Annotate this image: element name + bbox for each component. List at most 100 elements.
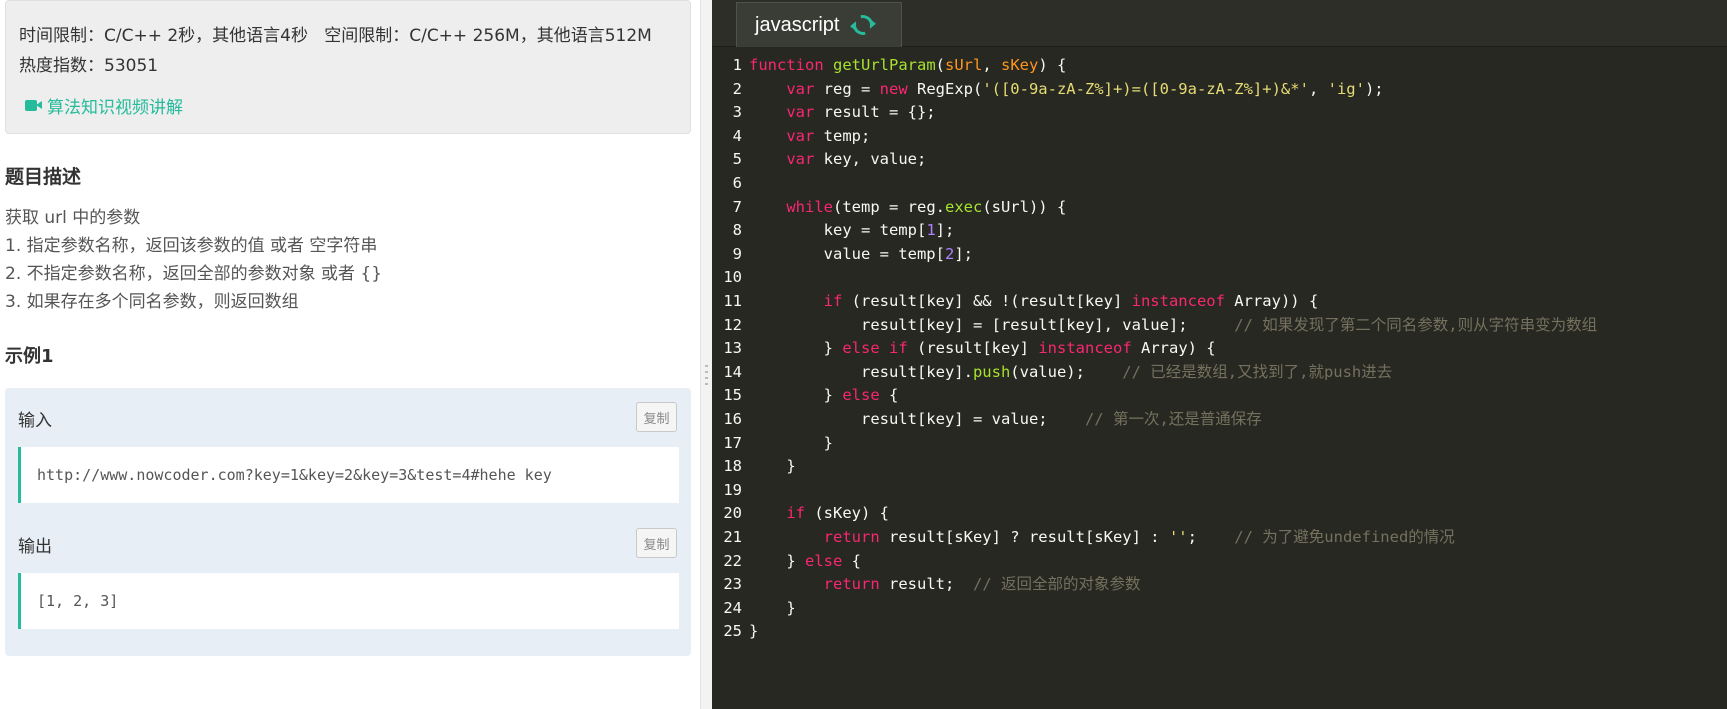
code-line[interactable]: 23 return result; // 返回全部的对象参数 xyxy=(712,571,1727,597)
line-number: 2 xyxy=(732,79,742,98)
code-line[interactable]: 2 var reg = new RegExp('([0-9a-zA-Z%]+)=… xyxy=(712,76,1727,102)
language-tab[interactable]: javascript xyxy=(736,2,902,47)
code-line[interactable]: 22 } else { xyxy=(712,548,1727,574)
code-token: value = temp[ xyxy=(749,244,945,263)
code-line[interactable]: 5 var key, value; xyxy=(712,146,1727,172)
code-line[interactable]: 24 } xyxy=(712,595,1727,621)
code-token: } xyxy=(749,622,759,641)
copy-output-button[interactable]: 复制 xyxy=(636,528,677,558)
code-line[interactable]: 18 } xyxy=(712,453,1727,479)
code-token: if xyxy=(823,292,843,310)
video-link-label: 算法知识视频讲解 xyxy=(47,98,183,118)
input-sample: http://www.nowcoder.com?key=1&key=2&key=… xyxy=(18,447,679,503)
code-area[interactable]: 1 function getUrlParam(sUrl, sKey) {2 var… xyxy=(712,52,1727,709)
code-line[interactable]: 9 value = temp[2]; xyxy=(712,241,1727,267)
code-line[interactable]: 14 result[key].push(value); // 已经是数组,又找到… xyxy=(712,359,1727,385)
panel-resize-handle[interactable] xyxy=(700,0,712,709)
heat-index: 热度指数：53051 xyxy=(19,56,159,76)
description-title: 题目描述 xyxy=(5,166,82,188)
code-token: else xyxy=(805,551,843,570)
code-line[interactable]: 17 } xyxy=(712,430,1727,456)
line-number: 17 xyxy=(723,433,742,452)
code-token: push xyxy=(972,362,1011,381)
code-token: // 如果发现了第二个同名参数,则从字符串变为数组 xyxy=(1234,315,1598,334)
code-line[interactable]: 13 } else if (result[key] instanceof Arr… xyxy=(712,335,1727,361)
code-token: reg = xyxy=(814,79,880,98)
code-line[interactable]: 25} xyxy=(712,618,1727,644)
line-number: 9 xyxy=(732,244,742,263)
code-editor[interactable]: javascript 1 function getUrlParam(sUrl, s… xyxy=(712,0,1727,709)
code-line[interactable]: 21 return result[sKey] ? result[sKey] : … xyxy=(712,524,1727,550)
code-token: } xyxy=(749,457,796,476)
code-token: 'ig' xyxy=(1327,79,1365,98)
code-token: else xyxy=(842,386,880,405)
code-token: var xyxy=(786,103,815,122)
line-number: 5 xyxy=(732,150,742,169)
code-token: , xyxy=(1308,79,1328,98)
drag-handle-icon xyxy=(705,365,708,389)
copy-input-button[interactable]: 复制 xyxy=(636,402,677,432)
code-line[interactable]: 4 var temp; xyxy=(712,123,1727,149)
code-line[interactable]: 7 while(temp = reg.exec(sUrl)) { xyxy=(712,194,1727,220)
code-line[interactable]: 3 var result = {}; xyxy=(712,99,1727,125)
code-token: sKey xyxy=(1001,56,1039,74)
code-token: return xyxy=(823,528,880,546)
line-number: 10 xyxy=(723,268,742,287)
code-line[interactable]: 10 xyxy=(712,264,1727,290)
code-token: ]; xyxy=(935,221,955,240)
line-number: 8 xyxy=(732,221,742,240)
code-token: instanceof xyxy=(1131,292,1225,310)
code-token: var xyxy=(786,126,815,145)
code-token: return xyxy=(823,575,880,594)
problem-panel: 时间限制：C/C++ 2秒，其他语言4秒 空间限制：C/C++ 256M，其他语… xyxy=(0,0,700,709)
video-camera-icon xyxy=(25,99,43,112)
code-token: '([0-9a-zA-Z%]+)=([0-9a-zA-Z%]+)&*' xyxy=(982,79,1309,98)
code-token: } xyxy=(749,386,843,405)
description-line: 2. 不指定参数名称，返回全部的参数对象 或者 {} xyxy=(5,264,383,284)
code-token: result = {}; xyxy=(814,103,936,122)
code-token: instanceof xyxy=(1038,339,1132,358)
code-line[interactable]: 1 function getUrlParam(sUrl, sKey) { xyxy=(712,52,1727,78)
line-number: 14 xyxy=(723,362,742,381)
line-number: 12 xyxy=(723,315,742,334)
editor-tabbar: javascript xyxy=(712,0,1727,47)
language-label: javascript xyxy=(755,13,840,36)
code-line[interactable]: 15 } else { xyxy=(712,382,1727,408)
example-box: 输入 复制 http://www.nowcoder.com?key=1&key=… xyxy=(5,388,691,656)
code-token: (sUrl)) { xyxy=(982,197,1067,216)
code-token: sUrl xyxy=(945,56,983,74)
output-sample: [1, 2, 3] xyxy=(18,573,679,629)
code-token: ; xyxy=(1187,528,1235,546)
code-token: result[sKey] ? result[sKey] : xyxy=(879,528,1169,546)
code-token: result[key] = [result[key], value]; xyxy=(749,315,1235,334)
code-token: (temp = reg. xyxy=(833,197,945,216)
refresh-icon[interactable] xyxy=(849,11,878,39)
description-line: 3. 如果存在多个同名参数，则返回数组 xyxy=(5,292,299,312)
code-token: RegExp( xyxy=(907,79,983,98)
code-token: while xyxy=(786,197,833,216)
code-token: var xyxy=(786,150,815,169)
code-line[interactable]: 19 xyxy=(712,477,1727,503)
code-token: { xyxy=(879,386,899,405)
code-token: if xyxy=(889,339,908,358)
output-label: 输出 xyxy=(18,537,52,557)
code-token: , xyxy=(982,56,1001,74)
code-token: ) { xyxy=(1038,56,1067,74)
code-line[interactable]: 12 result[key] = [result[key], value]; /… xyxy=(712,312,1727,338)
code-token: (value); xyxy=(1010,362,1123,381)
code-token: // 为了避免undefined的情况 xyxy=(1234,528,1455,546)
code-token: ); xyxy=(1364,79,1384,98)
video-explanation-link[interactable]: 算法知识视频讲解 xyxy=(25,93,183,118)
code-token: ( xyxy=(935,56,945,74)
line-number: 1 xyxy=(732,56,742,74)
code-line[interactable]: 8 key = temp[1]; xyxy=(712,217,1727,243)
code-line[interactable]: 16 result[key] = value; // 第一次,还是普通保存 xyxy=(712,406,1727,432)
code-line[interactable]: 20 if (sKey) { xyxy=(712,500,1727,526)
code-line[interactable]: 6 xyxy=(712,170,1727,196)
code-token: { xyxy=(842,551,861,570)
code-line[interactable]: 11 if (result[key] && !(result[key] inst… xyxy=(712,288,1727,314)
